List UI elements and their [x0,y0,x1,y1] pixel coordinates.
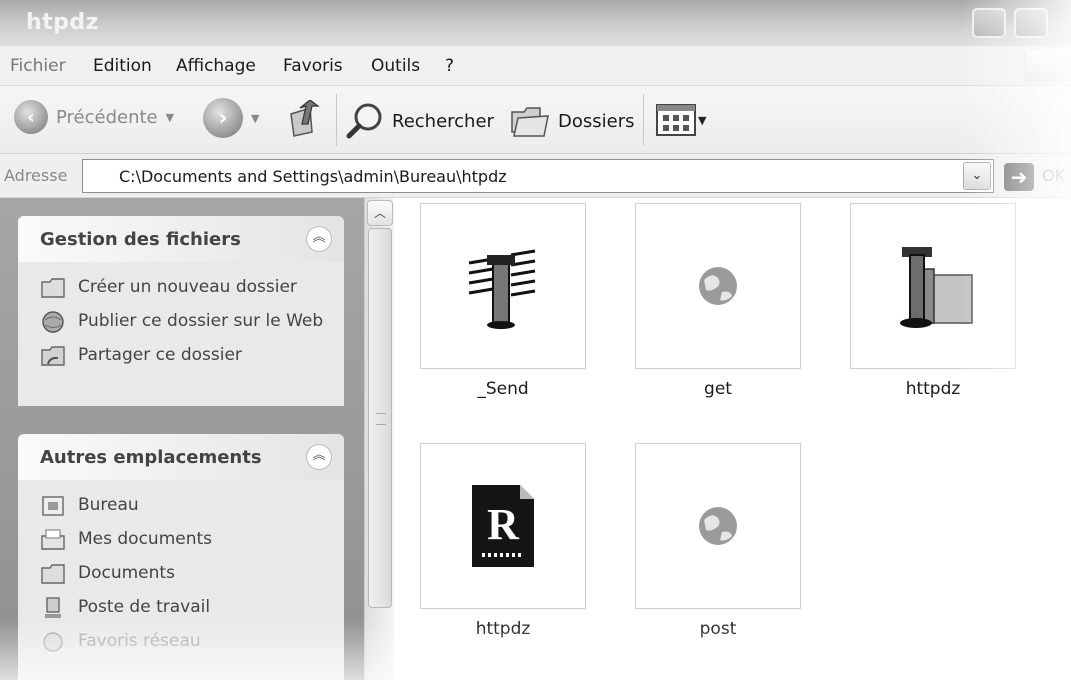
file-item[interactable]: post [635,443,801,639]
svg-text:R: R [487,500,520,549]
file-list-area: _Send get httpdz R httpdz post [394,198,1071,680]
file-item[interactable]: R httpdz [420,443,586,639]
chevron-down-icon[interactable]: ▼ [166,111,174,124]
other-places-header[interactable]: Autres emplacements ︽ [18,434,344,480]
forward-arrow-icon: › [203,98,243,138]
menu-help[interactable]: ? [445,56,454,76]
task-publish-web[interactable]: Publier ce dossier sur le Web [40,310,344,334]
maximize-button[interactable] [1014,8,1048,38]
address-value: C:\Documents and Settings\admin\Bureau\h… [119,167,507,186]
task-label: Créer un nouveau dossier [78,277,297,297]
globe-icon [699,267,737,305]
file-thumbnail[interactable] [635,203,801,369]
folder-up-button[interactable] [288,100,324,138]
menu-edition[interactable]: Edition [93,56,152,76]
place-my-documents[interactable]: Mes documents [40,528,344,552]
place-desktop[interactable]: Bureau [40,494,344,518]
address-dropdown-icon[interactable]: ⌄ [963,162,991,190]
scroll-thumb[interactable] [368,228,392,608]
task-new-folder[interactable]: Créer un nouveau dossier [40,276,344,300]
menu-fichier[interactable]: Fichier [10,56,66,76]
place-label: Poste de travail [78,597,211,617]
place-network[interactable]: Favoris réseau [40,630,344,654]
folder-icon [41,564,65,584]
place-documents[interactable]: Documents [40,562,344,586]
new-folder-icon [41,278,65,298]
place-label: Favoris réseau [78,631,201,651]
file-name: httpdz [475,619,531,639]
panel-title: Autres emplacements [40,447,262,468]
windows-logo-icon [1025,50,1071,82]
place-my-computer[interactable]: Poste de travail [40,596,344,620]
search-button[interactable]: Rechercher [346,102,494,140]
back-label: Précédente [56,106,158,128]
task-label: Publier ce dossier sur le Web [78,311,324,331]
minimize-button[interactable] [972,8,1006,38]
my-documents-icon [41,529,65,550]
network-places-icon [43,632,63,652]
place-label: Bureau [78,495,139,515]
forward-button[interactable]: › ▼ [203,98,259,138]
globe-icon [699,507,737,545]
file-thumbnail[interactable]: R [420,443,586,609]
file-name: httpdz [905,379,961,399]
toolbar-separator [643,94,644,146]
menu-outils[interactable]: Outils [371,56,420,76]
vertical-scrollbar[interactable]: ︿ [364,198,394,680]
address-input[interactable]: C:\Documents and Settings\admin\Bureau\h… [82,159,994,193]
file-name: post [699,619,737,639]
folders-label: Dossiers [558,110,635,132]
task-label: Partager ce dossier [78,345,242,365]
grip-icon [376,413,386,425]
chevron-down-icon[interactable]: ▼ [251,112,259,125]
back-button[interactable]: ‹ Précédente ▼ [14,100,174,134]
address-bar: Adresse C:\Documents and Settings\admin\… [0,154,1071,198]
file-tasks-panel: Gestion des fichiers ︽ Créer un nouveau … [18,216,344,406]
file-name: _Send [477,379,529,399]
go-button[interactable]: OK [1042,166,1065,185]
menu-affichage[interactable]: Affichage [176,56,256,76]
collapse-icon[interactable]: ︽ [306,226,332,252]
panel-title: Gestion des fichiers [40,229,241,250]
resource-file-icon: R [472,485,534,567]
file-thumbnail[interactable] [420,203,586,369]
server-send-icon [468,249,536,329]
chevron-down-icon[interactable]: ▼ [698,114,706,127]
task-pane: Gestion des fichiers ︽ Créer un nouveau … [0,198,364,680]
file-item[interactable]: httpdz [850,203,1016,399]
search-label: Rechercher [392,110,494,132]
share-folder-icon [41,346,65,366]
task-share-folder[interactable]: Partager ce dossier [40,344,344,368]
file-tasks-header[interactable]: Gestion des fichiers ︽ [18,216,344,262]
address-label: Adresse [4,166,68,185]
menu-favoris[interactable]: Favoris [283,56,343,76]
title-bar: htpdz [0,0,1071,46]
go-arrow-icon[interactable]: ➜ [1004,163,1034,191]
views-button[interactable]: ▼ [656,104,706,136]
file-item[interactable]: _Send [420,203,586,399]
menu-bar: Fichier Edition Affichage Favoris Outils… [0,46,1071,86]
place-label: Documents [78,563,175,583]
file-thumbnail[interactable] [850,203,1016,369]
publish-web-icon [42,311,64,333]
folder-up-icon [290,100,320,137]
toolbar: ‹ Précédente ▼ › ▼ Rechercher Dossiers ▼ [0,86,1071,154]
collapse-icon[interactable]: ︽ [306,444,332,470]
scroll-up-icon[interactable]: ︿ [367,200,393,226]
file-thumbnail[interactable] [635,443,801,609]
file-item[interactable]: get [635,203,801,399]
folders-button[interactable]: Dossiers [510,104,634,138]
search-icon [346,103,382,139]
my-computer-icon [45,597,61,618]
file-name: get [704,379,732,399]
window-title: htpdz [26,10,99,35]
server-app-icon [900,247,973,328]
views-grid-icon [656,104,696,136]
desktop-icon [42,496,64,516]
folders-icon [511,107,549,137]
other-places-panel: Autres emplacements ︽ Bureau Mes documen… [18,434,344,680]
place-label: Mes documents [78,529,213,549]
toolbar-separator [336,94,337,146]
back-arrow-icon: ‹ [14,100,48,134]
